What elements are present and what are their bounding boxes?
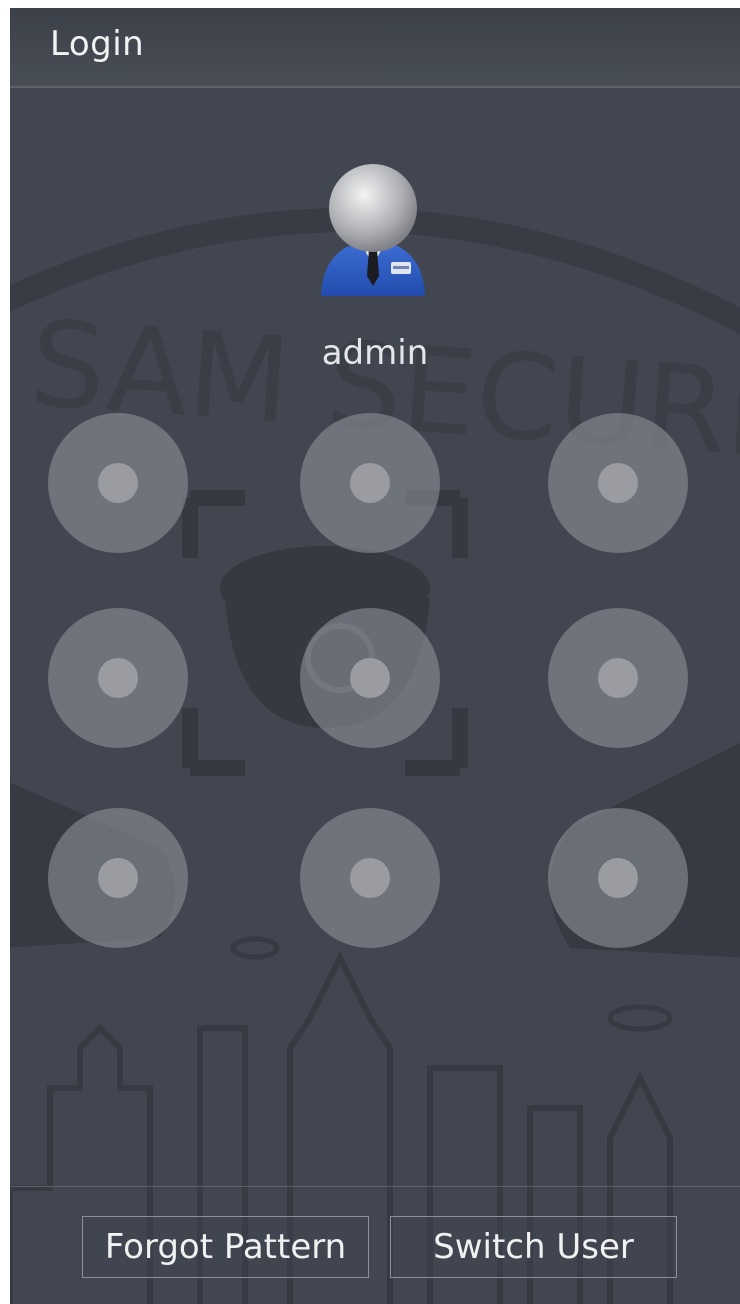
window-title: Login (50, 24, 145, 64)
title-bar: Login (10, 8, 740, 88)
pattern-dot-3[interactable] (548, 413, 688, 553)
pattern-dot-6[interactable] (548, 608, 688, 748)
pattern-dot-8[interactable] (300, 808, 440, 948)
forgot-pattern-button[interactable]: Forgot Pattern (82, 1216, 369, 1278)
username-label: admin (321, 333, 429, 373)
pattern-dot-9[interactable] (548, 808, 688, 948)
footer-divider (10, 1186, 740, 1187)
switch-user-button[interactable]: Switch User (390, 1216, 677, 1278)
pattern-dot-1[interactable] (48, 413, 188, 553)
pattern-dot-5[interactable] (300, 608, 440, 748)
admin-user-icon (321, 164, 425, 296)
pattern-dot-4[interactable] (48, 608, 188, 748)
pattern-dot-7[interactable] (48, 808, 188, 948)
login-window: SAM SECURI Login admin Forgot Pattern Sw… (10, 8, 740, 1304)
pattern-dot-2[interactable] (300, 413, 440, 553)
